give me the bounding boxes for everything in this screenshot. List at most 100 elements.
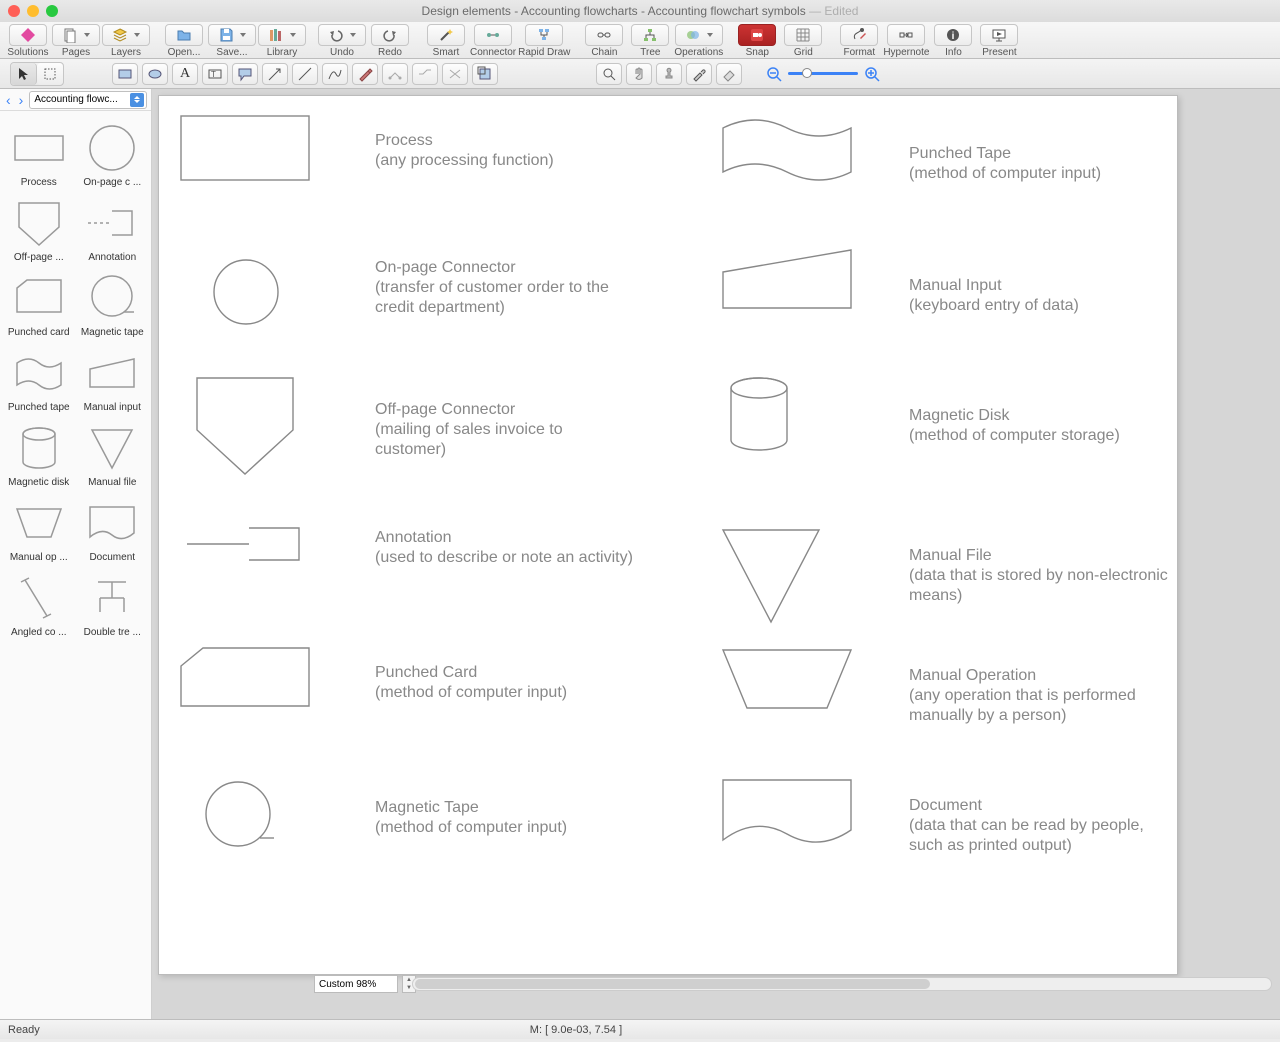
text-tool[interactable]: A — [172, 63, 198, 85]
canvas-item-right-2[interactable]: Magnetic Disk(method of computer storage… — [719, 376, 1120, 476]
eraser-tool[interactable] — [716, 63, 742, 85]
toolbar-layers[interactable]: Layers — [102, 24, 150, 58]
arrow-tool[interactable] — [262, 63, 288, 85]
callout-tool[interactable] — [232, 63, 258, 85]
palette-label: Manual file — [88, 477, 136, 488]
palette-triangle[interactable]: Manual file — [78, 417, 148, 488]
toolbar-tree[interactable]: Tree — [628, 24, 672, 58]
palette-punchcard[interactable]: Punched card — [4, 267, 74, 338]
toolbar-label: Open... — [168, 47, 201, 58]
toolbar-smart[interactable]: Smart — [424, 24, 468, 58]
toolbar-connector[interactable]: Connector — [470, 24, 516, 58]
zoom-tool[interactable] — [596, 63, 622, 85]
toolbar-solutions[interactable]: Solutions — [6, 24, 50, 58]
spline-tool[interactable] — [322, 63, 348, 85]
toolbar-undo[interactable]: Undo — [318, 24, 366, 58]
window-min-icon[interactable] — [27, 5, 39, 17]
zoom-in-icon[interactable] — [864, 66, 880, 82]
connector-tool-2[interactable] — [412, 63, 438, 85]
toolbar-label: Present — [982, 47, 1016, 58]
shape-desc: (method of computer input) — [375, 818, 567, 838]
shape-desc: (method of computer input) — [375, 683, 567, 703]
shape-title: Punched Tape — [909, 144, 1101, 164]
pointer-tool[interactable] — [11, 63, 37, 85]
connector-tool-3[interactable] — [442, 63, 468, 85]
toolbar-grid[interactable]: Grid — [781, 24, 825, 58]
palette-maninput[interactable]: Manual input — [78, 342, 148, 413]
pen-tool[interactable] — [352, 63, 378, 85]
ellipse-tool[interactable] — [142, 63, 168, 85]
rect-tool[interactable] — [112, 63, 138, 85]
toolbar-label: Connector — [470, 47, 516, 58]
window-close-icon[interactable] — [8, 5, 20, 17]
palette-manop[interactable]: Manual op ... — [4, 492, 74, 563]
nav-forward-icon[interactable]: › — [17, 92, 26, 108]
toolbar-rapid-draw[interactable]: Rapid Draw — [518, 24, 570, 58]
toolbar-present[interactable]: Present — [977, 24, 1021, 58]
palette-offpage[interactable]: Off-page ... — [4, 192, 74, 263]
horizontal-scrollbar[interactable] — [412, 977, 1272, 991]
canvas-item-left-4[interactable]: Punched Card(method of computer input) — [179, 646, 567, 720]
toolbar-save-[interactable]: Save... — [208, 24, 256, 58]
crop-tool[interactable] — [472, 63, 498, 85]
toolbar-snap[interactable]: Snap — [735, 24, 779, 58]
canvas-item-left-3[interactable]: Annotation(used to describe or note an a… — [179, 526, 633, 570]
toolbar-operations[interactable]: Operations — [674, 24, 723, 58]
palette-document[interactable]: Document — [78, 492, 148, 563]
canvas-item-left-0[interactable]: Process(any processing function) — [179, 114, 554, 188]
nav-back-icon[interactable]: ‹ — [4, 92, 13, 108]
toolbar-label: Save... — [216, 47, 247, 58]
palette-label: Manual op ... — [10, 552, 68, 563]
palette-label: Angled co ... — [11, 627, 67, 638]
canvas-item-right-4[interactable]: Manual Operation(any operation that is p… — [719, 646, 1169, 746]
canvas-item-right-1[interactable]: Manual Input(keyboard entry of data) — [719, 246, 1079, 346]
zoom-field[interactable]: Custom 98% — [314, 975, 398, 993]
canvas-item-right-3[interactable]: Manual File(data that is stored by non-e… — [719, 526, 1169, 626]
shape-title: Magnetic Disk — [909, 406, 1120, 426]
toolbar-library[interactable]: Library — [258, 24, 306, 58]
toolbar-label: Undo — [330, 47, 354, 58]
hand-tool[interactable] — [626, 63, 652, 85]
palette-label: Annotation — [88, 252, 136, 263]
sub-toolbar: A T — [0, 59, 1280, 89]
shape-title: Punched Card — [375, 663, 567, 683]
window-max-icon[interactable] — [46, 5, 58, 17]
palette-magtape[interactable]: Magnetic tape — [78, 267, 148, 338]
palette-disk[interactable]: Magnetic disk — [4, 417, 74, 488]
sidebar: ‹ › Accounting flowc... ProcessOn-page c… — [0, 89, 152, 1019]
palette-dtree[interactable]: Double tre ... — [78, 567, 148, 638]
canvas-item-left-2[interactable]: Off-page Connector(mailing of sales invo… — [179, 376, 635, 484]
stamp-tool[interactable] — [656, 63, 682, 85]
palette-angled[interactable]: Angled co ... — [4, 567, 74, 638]
canvas-item-right-0[interactable]: Punched Tape(method of computer input) — [719, 114, 1101, 214]
main-toolbar: Solutions PagesLayers Open... Save... Librar… — [0, 22, 1280, 59]
canvas-item-left-5[interactable]: Magnetic Tape(method of computer input) — [179, 776, 567, 860]
zoom-out-icon[interactable] — [766, 66, 782, 82]
toolbar-pages[interactable]: Pages — [52, 24, 100, 58]
library-selector[interactable]: Accounting flowc... — [29, 91, 147, 109]
canvas[interactable]: Process(any processing function) On-page … — [158, 95, 1178, 975]
text-select-tool[interactable] — [37, 63, 63, 85]
toolbar-format[interactable]: Format — [837, 24, 881, 58]
toolbar-redo[interactable]: Redo — [368, 24, 412, 58]
toolbar-label: Library — [267, 47, 298, 58]
canvas-item-left-1[interactable]: On-page Connector(transfer of customer o… — [179, 246, 635, 330]
toolbar-chain[interactable]: Chain — [582, 24, 626, 58]
shape-palette: ProcessOn-page c ...Off-page ... Annotati… — [0, 111, 151, 1019]
canvas-item-right-5[interactable]: Document(data that can be read by people… — [719, 776, 1169, 876]
line-tool[interactable] — [292, 63, 318, 85]
toolbar-hypernote[interactable]: Hypernote — [883, 24, 929, 58]
eyedropper-tool[interactable] — [686, 63, 712, 85]
toolbar-label: Chain — [591, 47, 617, 58]
palette-annot[interactable]: Annotation — [78, 192, 148, 263]
palette-rect[interactable]: Process — [4, 117, 74, 188]
palette-circle[interactable]: On-page c ... — [78, 117, 148, 188]
palette-punchtape[interactable]: Punched tape — [4, 342, 74, 413]
toolbar-info[interactable]: iInfo — [931, 24, 975, 58]
zoom-slider[interactable] — [788, 72, 858, 75]
toolbar-open-[interactable]: Open... — [162, 24, 206, 58]
connector-tool-1[interactable] — [382, 63, 408, 85]
toolbar-label: Snap — [746, 47, 769, 58]
toolbar-label: Solutions — [7, 47, 48, 58]
textbox-tool[interactable]: T — [202, 63, 228, 85]
